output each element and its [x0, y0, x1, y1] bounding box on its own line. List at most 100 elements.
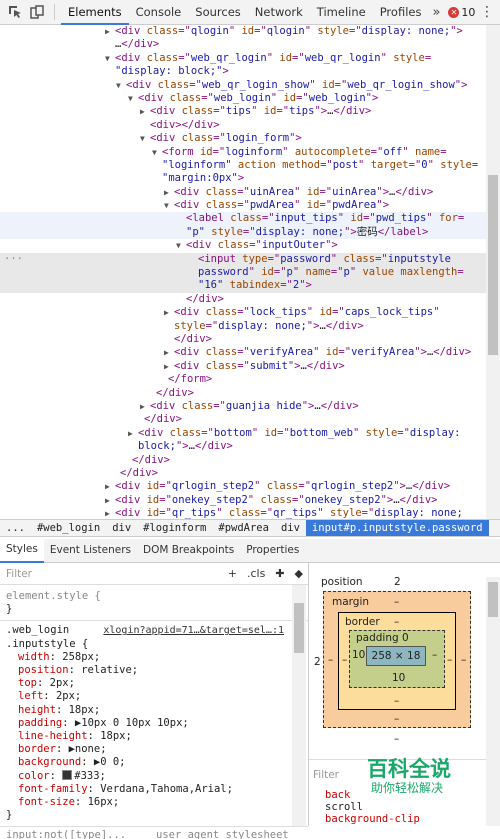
dom-node-line[interactable]: ▼ <div class="inputOuter"> — [0, 239, 486, 252]
padding-left-value[interactable]: 10 — [352, 649, 365, 661]
margin-top-value[interactable]: – — [394, 596, 399, 608]
tab-sources[interactable]: Sources — [188, 0, 248, 25]
dom-scrollbar[interactable] — [486, 25, 500, 519]
styles-scrollbar-thumb[interactable] — [294, 603, 304, 653]
margin-left-value[interactable]: – — [328, 654, 333, 666]
css-property-value[interactable]: ▶none; — [69, 743, 107, 755]
breadcrumb-item[interactable]: #pwdArea — [212, 522, 275, 534]
css-property-row[interactable]: width: 258px; — [6, 651, 308, 664]
css-property-row[interactable]: border: ▶none; — [6, 743, 308, 756]
device-mode-icon[interactable] — [30, 5, 44, 19]
css-property-row[interactable]: left: 2px; — [6, 690, 308, 703]
collapse-triangle-icon[interactable]: ▼ — [116, 79, 121, 92]
css-property-name[interactable]: height — [18, 704, 56, 716]
dom-node-line[interactable]: ▼ <form id="loginform" autocomplete="off"… — [0, 146, 486, 159]
collapse-triangle-icon[interactable]: ▼ — [164, 199, 169, 212]
tab-profiles[interactable]: Profiles — [373, 0, 429, 25]
color-swatch-icon[interactable] — [62, 769, 73, 780]
expand-triangle-icon[interactable]: ▶ — [105, 494, 110, 507]
dom-node-line[interactable]: ▶ <div class="submit">…</div> — [0, 360, 486, 373]
css-property-value[interactable]: ▶0 0; — [94, 756, 126, 768]
dom-node-line[interactable]: ▼ <div class="web_login" id="web_login"> — [0, 92, 486, 105]
dom-node-line[interactable]: ▶ <div id="onekey_step2" class="onekey_st… — [0, 494, 486, 507]
dom-tree[interactable]: ▶ <div class="qlogin" id="qlogin" style="… — [0, 25, 486, 519]
dom-node-line[interactable]: ▶ <div id="qr_tips" class="qr_tips" style… — [0, 507, 486, 519]
dom-node-line[interactable]: </div> — [0, 454, 486, 467]
expand-triangle-icon[interactable]: ▶ — [105, 480, 110, 493]
padding-top-value[interactable]: 0 — [402, 632, 409, 644]
css-property-name[interactable]: line-height — [18, 730, 88, 742]
position-top-value[interactable]: 2 — [394, 576, 401, 588]
dom-node-line[interactable]: ▶ <div class="verifyArea" id="verifyArea"… — [0, 346, 486, 359]
breadcrumb-item-selected[interactable]: input#p.inputstyle.password — [305, 520, 489, 536]
css-property-name[interactable]: font-family — [18, 783, 88, 795]
dom-node-line[interactable]: <label class="input_tips" id="pwd_tips" … — [0, 212, 486, 226]
tab-properties[interactable]: Properties — [240, 539, 305, 562]
expand-triangle-icon[interactable]: ▶ — [164, 186, 169, 199]
cls-toggle-button[interactable]: .cls — [247, 567, 265, 580]
collapse-triangle-icon[interactable]: ▼ — [128, 92, 133, 105]
css-property-row[interactable]: padding: ▶10px 0 10px 10px; — [6, 717, 308, 730]
breadcrumb-item[interactable]: #web_login — [31, 522, 106, 534]
css-property-name[interactable]: left — [18, 690, 43, 702]
css-property-row[interactable]: line-height: 18px; — [6, 730, 308, 743]
css-property-value[interactable]: 18px; — [100, 730, 132, 742]
position-bottom-value[interactable]: – — [394, 733, 399, 745]
content-box[interactable]: 258 × 18 — [366, 646, 426, 666]
css-property-value[interactable]: 2px; — [50, 677, 75, 689]
dom-node-line[interactable]: ▼ <div class="web_qr_login" id="web_qr_lo… — [0, 52, 486, 65]
collapse-triangle-icon[interactable]: ▼ — [140, 132, 145, 145]
dom-node-line[interactable]: block;">…</div> — [0, 440, 486, 453]
dom-node-selected[interactable]: password" id="p" name="p" value maxlengt… — [0, 266, 486, 280]
dom-node-line[interactable]: ▶ <div id="qrlogin_step2" class="qrlogin_… — [0, 480, 486, 493]
computed-scrollbar-thumb[interactable] — [488, 582, 498, 617]
dom-scrollbar-thumb[interactable] — [488, 175, 498, 355]
styles-scrollbar[interactable] — [292, 585, 306, 826]
dom-node-line[interactable]: "display: block;"> — [0, 65, 486, 78]
css-property-name[interactable]: font-size — [18, 796, 75, 808]
dom-node-line[interactable]: ▶ <div class="tips" id="tips">…</div> — [0, 105, 486, 118]
expand-triangle-icon[interactable]: ▶ — [164, 360, 169, 373]
css-property-name[interactable]: width — [18, 651, 50, 663]
css-property-row[interactable]: font-family: Verdana,Tahoma,Arial; — [6, 783, 308, 796]
css-property-value[interactable]: 2px; — [56, 690, 81, 702]
dom-node-line[interactable]: </div> — [0, 293, 486, 306]
styles-filter-input[interactable]: Filter — [6, 568, 32, 580]
css-property-row[interactable]: font-size: 16px; — [6, 796, 308, 809]
breadcrumb-item[interactable]: div — [275, 522, 306, 534]
dom-node-selected[interactable]: "16" tabindex="2"> — [0, 279, 486, 293]
expand-triangle-icon[interactable]: ▶ — [164, 346, 169, 359]
dom-node-line[interactable]: <div></div> — [0, 119, 486, 132]
expand-triangle-icon[interactable]: ▶ — [105, 507, 110, 519]
css-property-value[interactable]: 16px; — [88, 796, 120, 808]
css-property-row[interactable]: top: 2px; — [6, 677, 308, 690]
more-tabs-button[interactable]: » — [432, 5, 440, 20]
error-counter[interactable]: ✕ 10 — [448, 6, 475, 19]
border-bottom-value[interactable]: – — [394, 695, 399, 707]
css-property-name[interactable]: background — [18, 756, 81, 768]
tab-elements[interactable]: Elements — [61, 0, 129, 25]
dom-node-line[interactable]: "margin:0px"> — [0, 172, 486, 185]
dom-node-line[interactable]: </div> — [0, 467, 486, 480]
expand-triangle-icon[interactable]: ▶ — [164, 306, 169, 319]
css-property-name[interactable]: padding — [18, 717, 62, 729]
margin-bottom-value[interactable]: – — [394, 713, 399, 725]
expand-triangle-icon[interactable]: ▶ — [105, 25, 110, 38]
add-rule-button[interactable]: + — [228, 567, 237, 580]
node-actions-icon[interactable]: ··· — [4, 253, 23, 266]
css-property-name[interactable]: position — [18, 664, 69, 676]
css-property-value[interactable]: 18px; — [69, 704, 101, 716]
rule-source-link[interactable]: xlogin?appid=71…&target=sel…:1 — [103, 624, 284, 637]
dom-node-line[interactable]: ▼ <div class="pwdArea" id="pwdArea"> — [0, 199, 486, 212]
css-property-value[interactable]: relative; — [81, 664, 138, 676]
dom-node-line[interactable]: ▶ <div class="bottom" id="bottom_web" sty… — [0, 427, 486, 440]
computed-property[interactable]: background-clip — [325, 813, 420, 825]
css-property-row[interactable]: height: 18px; — [6, 704, 308, 717]
tab-dom-breakpoints[interactable]: DOM Breakpoints — [137, 539, 240, 562]
tab-timeline[interactable]: Timeline — [310, 0, 373, 25]
dom-node-selected[interactable]: ··· <input type="password" class="inputst… — [0, 252, 486, 267]
dom-node-line[interactable]: ▼ <div class="login_form"> — [0, 132, 486, 145]
computed-filter-input[interactable]: Filter — [313, 769, 339, 781]
dom-node-line[interactable]: style="display: none;">…</div> — [0, 320, 486, 333]
menu-icon[interactable]: ⋮ — [480, 4, 494, 20]
